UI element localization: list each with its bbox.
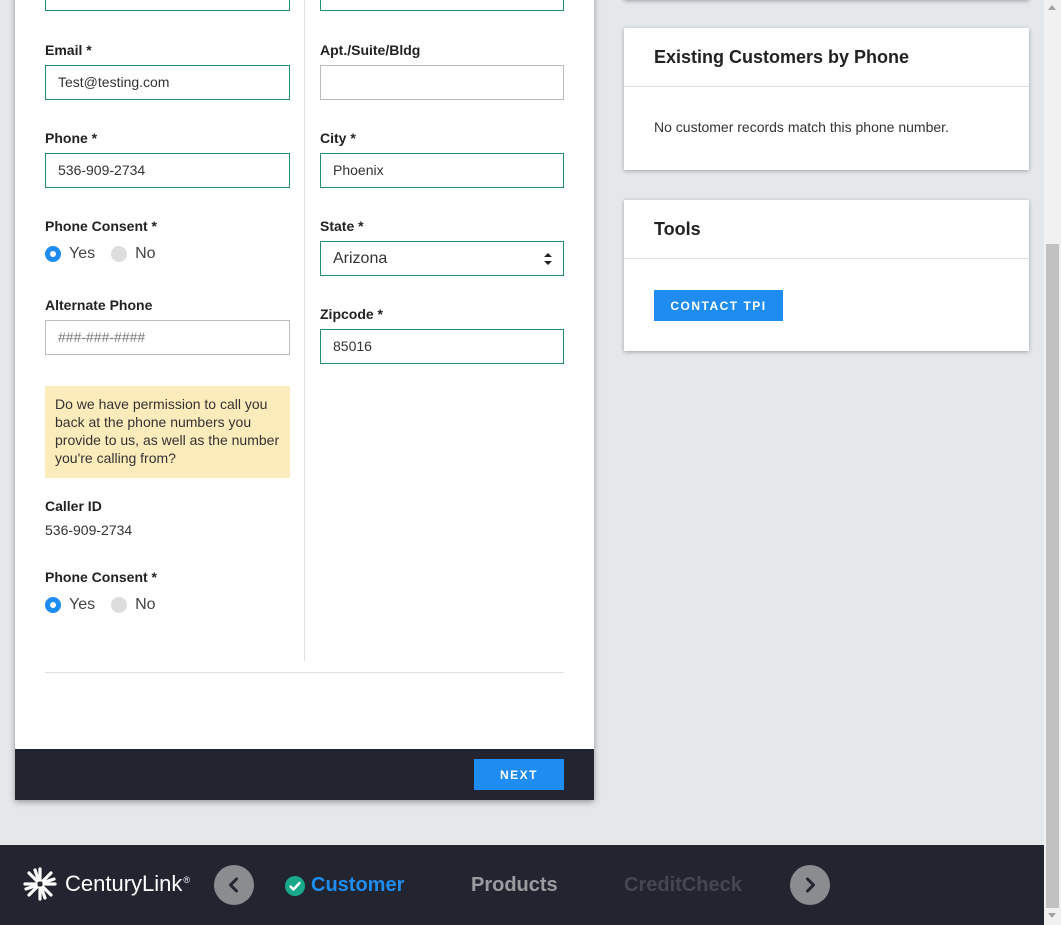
zipcode-label: Zipcode * <box>320 306 384 322</box>
phone-consent-radio-group-2: Yes No <box>45 596 172 614</box>
next-button[interactable]: NEXT <box>474 759 564 790</box>
consent2-no-option[interactable]: No <box>111 596 156 614</box>
alternate-phone-label: Alternate Phone <box>45 297 153 313</box>
street-address-field[interactable] <box>320 0 564 11</box>
select-arrows-icon <box>544 253 552 265</box>
step-products[interactable]: Products <box>471 874 558 897</box>
existing-customers-message: No customer records match this phone num… <box>654 119 949 135</box>
consent-yes-option[interactable]: Yes <box>45 245 95 263</box>
nav-next-button[interactable] <box>790 865 830 905</box>
phone-consent-label: Phone Consent * <box>45 218 158 234</box>
first-name-field[interactable] <box>45 0 290 11</box>
existing-customers-body: No customer records match this phone num… <box>624 119 1029 135</box>
column-divider <box>304 0 305 661</box>
consent-yes-label: Yes <box>69 245 96 262</box>
existing-customers-card: Existing Customers by Phone No customer … <box>624 28 1029 170</box>
state-label: State * <box>320 218 364 234</box>
consent2-no-label: No <box>135 596 156 613</box>
caller-id-value: 536-909-2734 <box>45 522 133 538</box>
email-label: Email * <box>45 42 92 58</box>
caller-id-label: Caller ID <box>45 498 102 514</box>
email-field[interactable]: Test@testing.com <box>45 65 290 100</box>
contact-tpi-button[interactable]: CONTACT TPI <box>654 290 783 321</box>
page-scrollbar[interactable] <box>1044 0 1061 925</box>
radio-unselected-icon[interactable] <box>111 246 128 262</box>
tools-card: Tools CONTACT TPI <box>624 200 1029 351</box>
state-select[interactable]: Arizona <box>320 241 564 276</box>
step-creditcheck: CreditCheck <box>624 874 742 896</box>
state-selected-value: Arizona <box>333 250 388 267</box>
tools-body: CONTACT TPI <box>624 259 1029 321</box>
phone-field[interactable]: 536-909-2734 <box>45 153 290 188</box>
radio-selected-icon[interactable] <box>45 597 61 613</box>
radio-selected-icon[interactable] <box>45 246 61 262</box>
form-divider <box>45 672 564 673</box>
phone-consent-label-2: Phone Consent * <box>45 569 158 585</box>
centurylink-burst-icon <box>23 867 57 901</box>
radio-unselected-icon[interactable] <box>111 597 128 613</box>
consent-no-option[interactable]: No <box>111 245 156 263</box>
customer-form-card: Email * Test@testing.com Phone * 536-909… <box>15 0 594 800</box>
apt-field[interactable] <box>320 65 564 100</box>
consent-no-label: No <box>135 245 156 262</box>
scroll-down-arrow-icon[interactable] <box>1048 913 1056 918</box>
registered-mark: ® <box>183 875 191 885</box>
step-customer[interactable]: Customer <box>285 874 404 897</box>
chevron-right-icon <box>806 877 815 893</box>
scroll-up-arrow-icon[interactable] <box>1048 5 1056 10</box>
consent2-yes-label: Yes <box>69 596 96 613</box>
city-label: City * <box>320 130 356 146</box>
alternate-phone-field[interactable]: ###-###-#### <box>45 320 290 355</box>
permission-note: Do we have permission to call you back a… <box>45 386 290 478</box>
form-footer: NEXT <box>15 749 594 800</box>
brand-name: CenturyLink <box>65 871 183 896</box>
phone-label: Phone * <box>45 130 98 146</box>
chevron-left-icon <box>229 877 238 893</box>
step-customer-label: Customer <box>311 874 405 896</box>
nav-prev-button[interactable] <box>214 865 254 905</box>
city-field[interactable]: Phoenix <box>320 153 564 188</box>
check-circle-icon <box>285 875 305 896</box>
consent2-yes-option[interactable]: Yes <box>45 596 95 614</box>
scroll-thumb[interactable] <box>1046 244 1059 908</box>
bottom-nav-bar: CenturyLink ® Customer Products CreditCh… <box>0 845 1044 925</box>
zipcode-field[interactable]: 85016 <box>320 329 564 364</box>
centurylink-logo[interactable]: CenturyLink ® <box>23 867 190 901</box>
existing-customers-title: Existing Customers by Phone <box>624 28 1029 87</box>
phone-consent-radio-group: Yes No <box>45 245 172 263</box>
apt-label: Apt./Suite/Bldg <box>320 42 421 58</box>
tools-title: Tools <box>624 200 1029 259</box>
